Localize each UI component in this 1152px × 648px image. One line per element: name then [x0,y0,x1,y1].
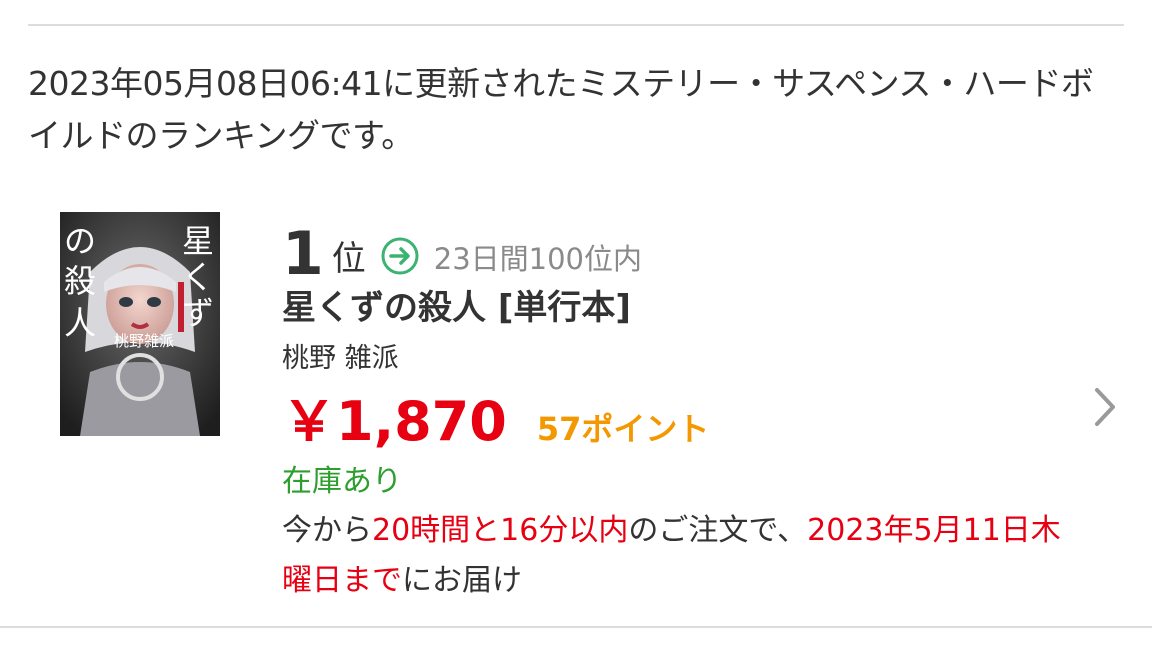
cover-author-text: 桃野雑派 [114,332,174,350]
right-arrow-circle-icon [381,237,419,275]
book-cover-art: 星 く ず の 殺 人 桃野雑派 [60,212,220,436]
author-link[interactable]: 桃野 雑派 [282,340,399,378]
delivery-prefix: 今から [282,513,372,548]
rank-row: 1 位 23日間100位内 [282,214,642,284]
rank-number: 1 [282,219,324,289]
svg-text:星: 星 [182,222,214,260]
svg-text:殺: 殺 [64,262,96,300]
delivery-suffix: にお届け [402,563,522,598]
delivery-estimate: 今から20時間と16分以内のご注文で、2023年5月11日木曜日までにお届け [282,506,1072,606]
rank-duration-note: 23日間100位内 [433,242,643,276]
svg-text:桃野雑派: 桃野雑派 [114,332,174,350]
bottom-divider [0,626,1152,628]
points-badge: 57ポイント [536,410,710,448]
book-cover-image[interactable]: 星 く ず の 殺 人 桃野雑派 [60,212,220,436]
price: ￥1,870 [282,390,507,453]
rank-suffix: 位 [331,239,366,279]
svg-text:の: の [64,222,96,260]
delivery-middle: のご注文で、 [628,513,808,548]
top-divider [28,24,1124,26]
svg-text:く: く [182,258,214,296]
ranking-update-description: 2023年05月08日06:41に更新されたミステリー・サスペンス・ハードボイル… [28,64,1094,155]
stock-status: 在庫あり [282,464,402,499]
svg-text:人: 人 [64,304,96,342]
svg-text:ず: ず [182,294,214,332]
delivery-time-left: 20時間と16分以内 [372,513,629,548]
price-row: ￥1,870 57ポイント [282,390,709,454]
chevron-right-icon[interactable] [1092,386,1118,428]
book-title-link[interactable]: 星くずの殺人 [単行本] [282,286,631,330]
